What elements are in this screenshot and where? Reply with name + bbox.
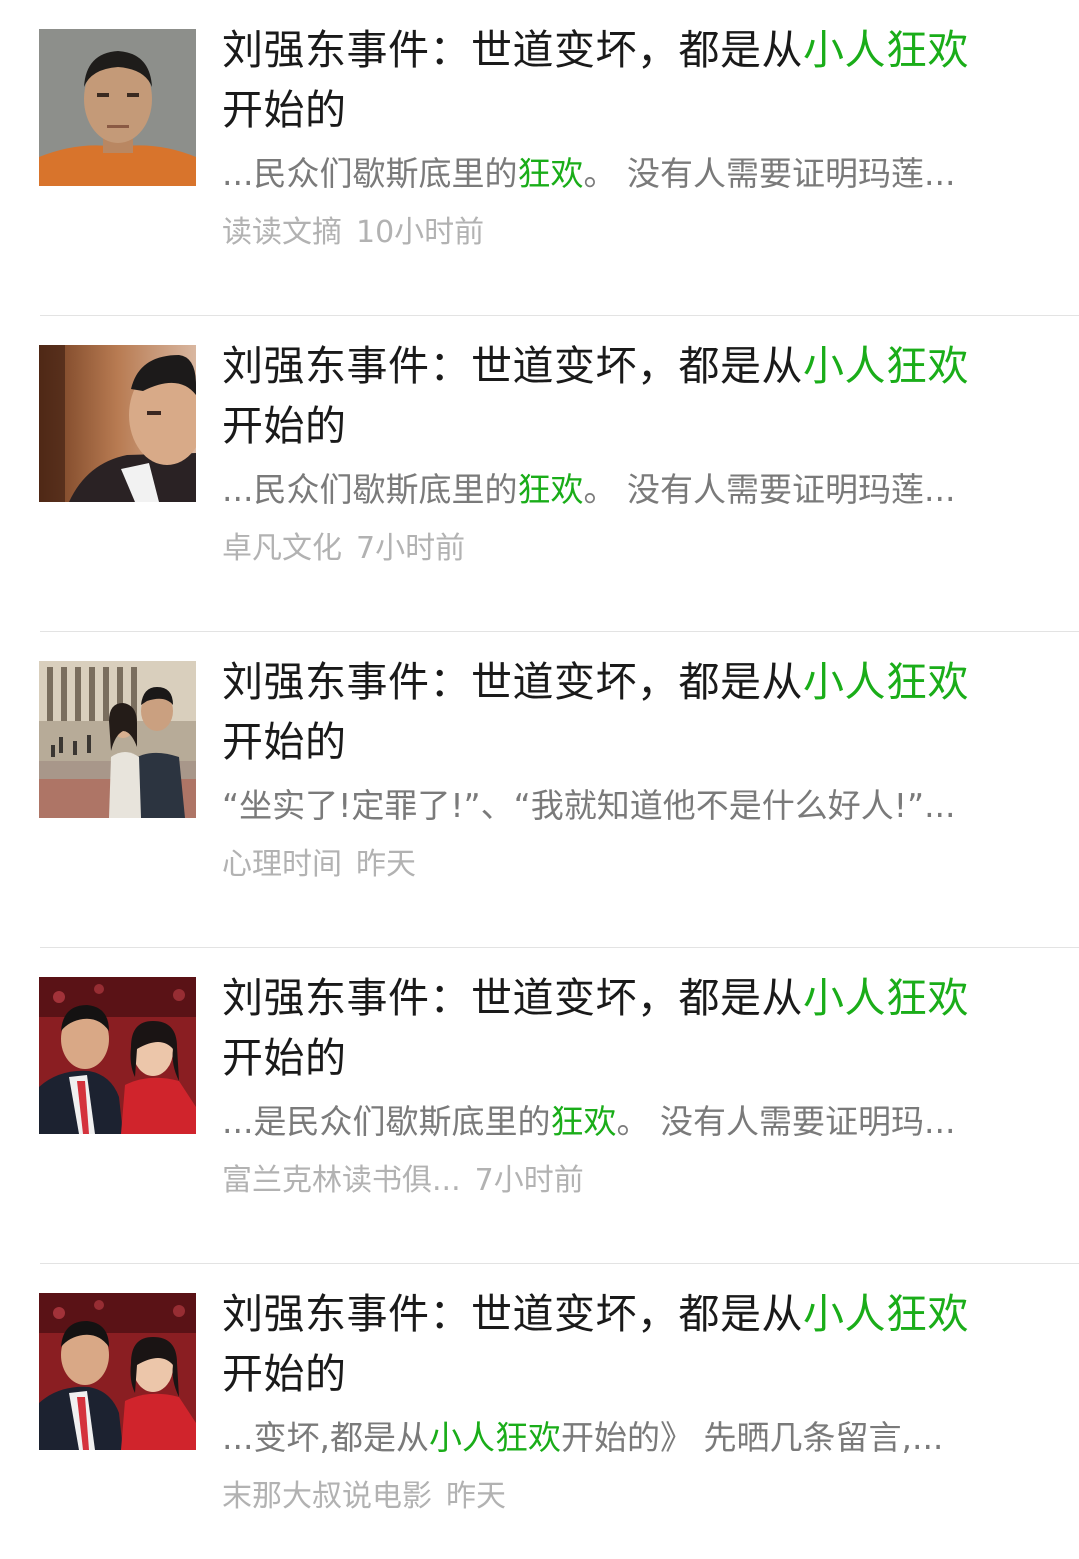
result-item[interactable]: 刘强东事件：世道变坏，都是从小人狂欢 开始的 ...是民众们歇斯底里的狂欢。 没… <box>0 948 1079 1264</box>
article-snippet: ...是民众们歇斯底里的狂欢。 没有人需要证明玛... <box>222 1098 1042 1146</box>
article-meta: 末那大叔说电影 昨天 <box>222 1475 506 1519</box>
title-highlight: 小人狂欢 <box>803 658 969 706</box>
article-snippet: ...变坏,都是从小人狂欢开始的》 先晒几条留言,... <box>222 1414 1042 1462</box>
search-results-list: 刘强东事件：世道变坏，都是从小人狂欢 开始的 ...民众们歇斯底里的狂欢。 没有… <box>0 0 1079 1559</box>
publish-time: 10小时前 <box>356 215 485 250</box>
snippet-text-tail: 。 没有人需要证明玛莲... <box>583 470 956 509</box>
snippet-text-tail: 。 没有人需要证明玛... <box>616 1102 956 1141</box>
couple-campus-photo-icon <box>39 661 196 818</box>
couple-event-photo-icon <box>39 977 196 1134</box>
snippet-text-tail: 开始的》 先晒几条留言,... <box>560 1418 944 1457</box>
snippet-text: “坐实了!定罪了!”、“我就知道他不是什么好人!”... <box>222 786 956 825</box>
snippet-text-tail: 。 没有人需要证明玛莲... <box>583 154 956 193</box>
title-text: 刘强东事件：世道变坏，都是从 <box>222 26 803 74</box>
article-meta: 富兰克林读书俱... 7小时前 <box>222 1159 584 1203</box>
article-thumbnail[interactable] <box>39 977 196 1134</box>
source-name[interactable]: 心理时间 <box>222 847 342 882</box>
article-title[interactable]: 刘强东事件：世道变坏，都是从小人狂欢 开始的 <box>222 652 1052 772</box>
article-thumbnail[interactable] <box>39 29 196 186</box>
source-name[interactable]: 末那大叔说电影 <box>222 1479 432 1514</box>
publish-time: 7小时前 <box>356 531 466 566</box>
title-highlight: 小人狂欢 <box>803 26 969 74</box>
title-text-line2: 开始的 <box>222 1034 347 1082</box>
article-snippet: ...民众们歇斯底里的狂欢。 没有人需要证明玛莲... <box>222 150 1042 198</box>
portrait-photo-icon <box>39 345 196 502</box>
title-text-line2: 开始的 <box>222 718 347 766</box>
source-name[interactable]: 读读文摘 <box>222 215 342 250</box>
result-item[interactable]: 刘强东事件：世道变坏，都是从小人狂欢 开始的 ...民众们歇斯底里的狂欢。 没有… <box>0 0 1079 316</box>
article-title[interactable]: 刘强东事件：世道变坏，都是从小人狂欢 开始的 <box>222 1284 1052 1404</box>
snippet-highlight: 小人狂欢 <box>428 1418 561 1457</box>
title-text: 刘强东事件：世道变坏，都是从 <box>222 658 803 706</box>
publish-time: 7小时前 <box>474 1163 584 1198</box>
snippet-text: ...是民众们歇斯底里的 <box>222 1102 551 1141</box>
snippet-highlight: 狂欢 <box>550 1102 617 1141</box>
title-highlight: 小人狂欢 <box>803 974 969 1022</box>
title-text-line2: 开始的 <box>222 1350 347 1398</box>
title-text-line2: 开始的 <box>222 86 347 134</box>
publish-time: 昨天 <box>446 1479 506 1514</box>
article-title[interactable]: 刘强东事件：世道变坏，都是从小人狂欢 开始的 <box>222 20 1052 140</box>
publish-time: 昨天 <box>356 847 416 882</box>
result-item[interactable]: 刘强东事件：世道变坏，都是从小人狂欢 开始的 ...变坏,都是从小人狂欢开始的》… <box>0 1264 1079 1559</box>
snippet-highlight: 狂欢 <box>517 470 584 509</box>
snippet-text: ...民众们歇斯底里的 <box>222 470 518 509</box>
result-item[interactable]: 刘强东事件：世道变坏，都是从小人狂欢 开始的 “坐实了!定罪了!”、“我就知道他… <box>0 632 1079 948</box>
article-thumbnail[interactable] <box>39 345 196 502</box>
article-meta: 读读文摘 10小时前 <box>222 211 484 255</box>
article-title[interactable]: 刘强东事件：世道变坏，都是从小人狂欢 开始的 <box>222 968 1052 1088</box>
source-name[interactable]: 卓凡文化 <box>222 531 342 566</box>
article-meta: 卓凡文化 7小时前 <box>222 527 465 571</box>
title-text: 刘强东事件：世道变坏，都是从 <box>222 974 803 1022</box>
snippet-text: ...民众们歇斯底里的 <box>222 154 518 193</box>
article-meta: 心理时间 昨天 <box>222 843 416 887</box>
article-thumbnail[interactable] <box>39 1293 196 1450</box>
result-item[interactable]: 刘强东事件：世道变坏，都是从小人狂欢 开始的 ...民众们歇斯底里的狂欢。 没有… <box>0 316 1079 632</box>
couple-event-photo-icon <box>39 1293 196 1450</box>
snippet-highlight: 狂欢 <box>517 154 584 193</box>
title-text: 刘强东事件：世道变坏，都是从 <box>222 342 803 390</box>
snippet-text: ...变坏,都是从 <box>222 1418 429 1457</box>
article-snippet: ...民众们歇斯底里的狂欢。 没有人需要证明玛莲... <box>222 466 1042 514</box>
mugshot-photo-icon <box>39 29 196 186</box>
source-name[interactable]: 富兰克林读书俱... <box>222 1163 461 1198</box>
title-highlight: 小人狂欢 <box>803 1290 969 1338</box>
title-text: 刘强东事件：世道变坏，都是从 <box>222 1290 803 1338</box>
article-snippet: “坐实了!定罪了!”、“我就知道他不是什么好人!”... <box>222 782 1042 830</box>
title-text-line2: 开始的 <box>222 402 347 450</box>
title-highlight: 小人狂欢 <box>803 342 969 390</box>
article-title[interactable]: 刘强东事件：世道变坏，都是从小人狂欢 开始的 <box>222 336 1052 456</box>
article-thumbnail[interactable] <box>39 661 196 818</box>
